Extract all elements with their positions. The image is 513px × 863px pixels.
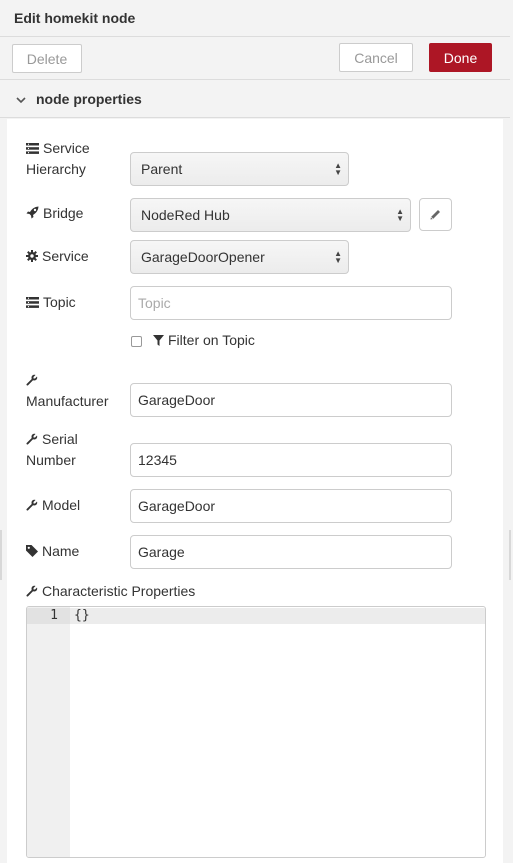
tray-toolbar: Delete Cancel Done bbox=[0, 37, 510, 80]
wrench-icon bbox=[26, 496, 38, 516]
select-arrows-icon: ▲ ▼ bbox=[334, 161, 342, 177]
select-arrows-icon: ▲ ▼ bbox=[334, 249, 342, 265]
characteristic-properties-label: Characteristic Properties bbox=[26, 581, 195, 602]
topic-label: Topic bbox=[26, 292, 76, 313]
code-line[interactable]: {} bbox=[74, 608, 90, 624]
bridge-label: Bridge bbox=[26, 203, 83, 224]
editor-gutter bbox=[27, 607, 70, 857]
delete-button[interactable]: Delete bbox=[12, 44, 82, 73]
wrench-icon bbox=[26, 371, 38, 391]
characteristic-properties-editor[interactable]: 1 {} bbox=[26, 606, 486, 858]
service-select[interactable]: GarageDoorOpener ▲ ▼ bbox=[130, 240, 349, 274]
manufacturer-input[interactable]: GarageDoor bbox=[130, 383, 452, 417]
manufacturer-label: Manufacturer bbox=[26, 370, 108, 411]
service-label: Service bbox=[26, 246, 89, 267]
serial-number-input[interactable]: 12345 bbox=[130, 443, 452, 477]
chevron-down-icon bbox=[16, 91, 32, 107]
select-arrows-icon: ▲ ▼ bbox=[396, 207, 404, 223]
active-line-highlight bbox=[27, 608, 485, 624]
wrench-icon bbox=[26, 582, 38, 602]
left-resize-handle[interactable] bbox=[0, 530, 2, 580]
cancel-button[interactable]: Cancel bbox=[339, 43, 413, 72]
done-button[interactable]: Done bbox=[429, 43, 492, 72]
model-label: Model bbox=[26, 495, 80, 516]
name-label: Name bbox=[26, 541, 79, 562]
model-input[interactable]: GarageDoor bbox=[130, 489, 452, 523]
name-input[interactable]: Garage bbox=[130, 535, 452, 569]
list-icon bbox=[26, 139, 39, 159]
filter-on-topic-checkbox[interactable] bbox=[131, 336, 142, 347]
pencil-icon bbox=[430, 207, 441, 223]
tray-header: Edit homekit node bbox=[0, 0, 510, 37]
list-icon bbox=[26, 293, 39, 313]
bridge-select[interactable]: NodeRed Hub ▲ ▼ bbox=[130, 198, 411, 232]
serial-number-label: Serial Number bbox=[26, 430, 78, 469]
right-resize-handle[interactable] bbox=[509, 530, 511, 580]
topic-input[interactable]: Topic bbox=[130, 286, 452, 320]
filter-on-topic-label[interactable]: Filter on Topic bbox=[153, 332, 255, 349]
node-properties-section-header[interactable]: node properties bbox=[0, 80, 510, 118]
tray-title: Edit homekit node bbox=[14, 10, 136, 26]
filter-icon bbox=[153, 333, 164, 349]
line-number: 1 bbox=[50, 608, 58, 623]
service-hierarchy-label: Service Hierarchy bbox=[26, 139, 90, 178]
gear-icon bbox=[26, 247, 38, 267]
rocket-icon bbox=[26, 204, 39, 224]
service-hierarchy-select[interactable]: Parent ▲ ▼ bbox=[130, 152, 349, 186]
wrench-icon bbox=[26, 430, 38, 450]
section-title: node properties bbox=[36, 90, 142, 107]
edit-bridge-button[interactable] bbox=[419, 198, 452, 231]
tag-icon bbox=[26, 542, 38, 562]
